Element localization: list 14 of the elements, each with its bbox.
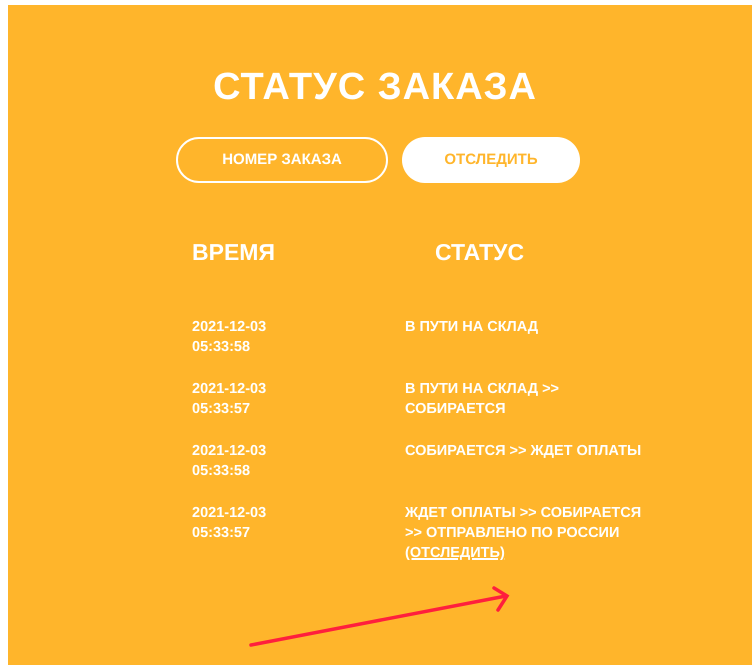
status-cell-text: В ПУТИ НА СКЛАД [405, 318, 540, 338]
order-number-field[interactable]: НОМЕР ЗАКАЗА [176, 136, 388, 183]
column-header: СТАТУС [435, 238, 524, 267]
time-cell-text: 2021-12-03 05:33:57 [192, 504, 268, 544]
status-cell-text: В ПУТИ НА СКЛАД >> СОБИРАЕТСЯ [405, 380, 560, 420]
track-button[interactable]: ОТСЛЕДИТЬ [402, 136, 580, 183]
status-cell-text: СОБИРАЕТСЯ >> ЖДЕТ ОПЛАТЫ [405, 442, 642, 462]
time-cell-text: 2021-12-03 05:33:58 [192, 442, 268, 482]
track-link[interactable]: (ОТСЛЕДИТЬ) [405, 545, 505, 562]
page-title: СТАТУС ЗАКАЗА [212, 65, 538, 109]
time-cell-text: 2021-12-03 05:33:58 [192, 318, 268, 358]
column-header: ВРЕМЯ [192, 238, 276, 267]
time-cell-text: 2021-12-03 05:33:57 [192, 380, 268, 420]
status-cell-text: ЖДЕТ ОПЛАТЫ >> СОБИРАЕТСЯ >> ОТПРАВЛЕНО ПО РОССИИ (ОТСЛЕДИТЬ) [405, 504, 642, 564]
